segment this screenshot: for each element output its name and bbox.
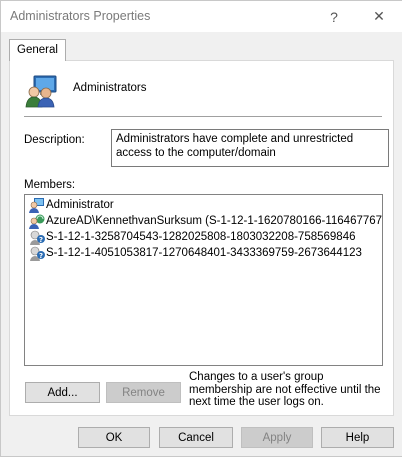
unknown-user-icon: ? — [30, 230, 45, 245]
add-button[interactable]: Add... — [25, 382, 100, 403]
member-name: S-1-12-1-3258704543-1282025808-180303220… — [46, 231, 356, 243]
member-name: S-1-12-1-4051053817-1270648401-343336975… — [46, 247, 362, 259]
cancel-button[interactable]: Cancel — [159, 427, 233, 448]
description-label: Description: — [24, 134, 85, 146]
general-tab-panel: Administrators Description: Administrato… — [9, 60, 394, 416]
help-button[interactable]: Help — [321, 427, 394, 448]
help-title-button[interactable]: ? — [312, 1, 356, 32]
close-button[interactable]: ✕ — [357, 1, 401, 32]
list-item[interactable]: ? S-1-12-1-3258704543-1282025808-1803032… — [29, 229, 356, 245]
remove-button[interactable]: Remove — [106, 382, 181, 403]
ok-button[interactable]: OK — [78, 427, 150, 448]
description-field[interactable]: Administrators have complete and unrestr… — [111, 129, 389, 167]
member-name: AzureAD\KennethvanSurksum (S-1-12-1-1620… — [46, 215, 383, 227]
tab-general[interactable]: General — [9, 39, 66, 61]
list-item[interactable]: ? S-1-12-1-4051053817-1270648401-3433369… — [29, 245, 362, 261]
title-bar[interactable]: Administrators Properties ? ✕ — [1, 1, 402, 32]
list-item[interactable]: AzureAD\KennethvanSurksum (S-1-12-1-1620… — [29, 213, 383, 229]
azure-user-icon — [29, 214, 45, 229]
divider — [24, 116, 382, 117]
member-name: Administrator — [46, 199, 114, 211]
group-name: Administrators — [73, 82, 147, 94]
apply-button[interactable]: Apply — [241, 427, 313, 448]
list-item[interactable]: Administrator — [29, 197, 114, 213]
help-icon: ? — [330, 8, 338, 25]
tab-strip: General — [9, 39, 393, 61]
unknown-user-icon: ? — [30, 246, 45, 261]
members-list[interactable]: Administrator AzureAD\KennethvanSurksum … — [24, 194, 383, 366]
members-label: Members: — [24, 179, 76, 191]
window-title: Administrators Properties — [10, 9, 151, 23]
user-icon — [29, 198, 44, 213]
group-icon — [25, 75, 57, 108]
properties-dialog: Administrators Properties ? ✕ General Ad… — [0, 0, 402, 457]
membership-note: Changes to a user's group membership are… — [189, 371, 381, 408]
svg-text:?: ? — [39, 252, 43, 260]
svg-text:?: ? — [39, 236, 43, 244]
close-icon: ✕ — [373, 8, 385, 24]
